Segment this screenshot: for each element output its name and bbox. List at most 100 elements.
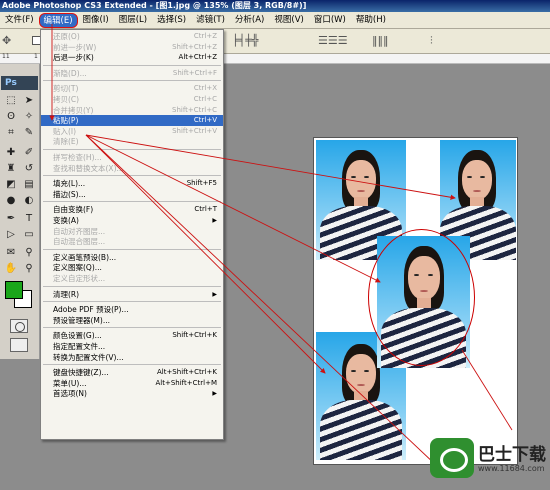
- menu-item[interactable]: 图像(I): [78, 13, 114, 28]
- edit-menu-item[interactable]: 拼写检查(H)...: [41, 152, 223, 163]
- auto-align-icon[interactable]: ⫶: [430, 34, 433, 48]
- edit-menu-item[interactable]: 首选项(N) ▶: [41, 388, 223, 399]
- edit-menu-item[interactable]: 指定配置文件...: [41, 341, 223, 352]
- edit-menu-item[interactable]: 转换为配置文件(V)...: [41, 352, 223, 363]
- menu-separator: [43, 149, 221, 150]
- type-tool-icon[interactable]: T: [21, 212, 37, 226]
- menu-item-label: 定义图案(Q)...: [53, 263, 102, 273]
- shape-tool-icon[interactable]: ▭: [21, 228, 37, 242]
- menu-item-shortcut: Shift+Ctrl+V: [172, 126, 217, 135]
- menu-item[interactable]: 滤镜(T): [191, 13, 230, 28]
- edit-menu-item[interactable]: 后退一步(K) Alt+Ctrl+Z: [41, 52, 223, 63]
- menu-item[interactable]: 帮助(H): [351, 13, 391, 28]
- blur-tool-icon[interactable]: ●: [3, 194, 19, 208]
- dodge-tool-icon[interactable]: ◐: [21, 194, 37, 208]
- ruler-label: 1: [34, 53, 38, 60]
- menu-item-label: 渐隐(D)...: [53, 68, 87, 78]
- slice-tool-icon[interactable]: ✎: [21, 126, 37, 140]
- edit-menu-item[interactable]: 预设管理器(M)...: [41, 315, 223, 326]
- menu-item-label: 合并拷贝(Y): [53, 105, 94, 115]
- menu-item-label: 清理(R): [53, 289, 80, 299]
- path-selection-icon[interactable]: ▷: [3, 228, 19, 242]
- menu-item-label: 自由变换(F): [53, 205, 94, 215]
- edit-menu-item[interactable]: 查找和替换文本(X)...: [41, 163, 223, 174]
- pen-tool-icon[interactable]: ✒: [3, 212, 19, 226]
- menu-separator: [43, 285, 221, 287]
- zoom-tool-icon[interactable]: ⚲: [21, 262, 37, 276]
- watermark-logo-icon: [430, 438, 474, 478]
- edit-menu-item[interactable]: 合并拷贝(Y) Shift+Ctrl+C: [41, 105, 223, 116]
- watermark-url: www.11684.com: [478, 464, 545, 473]
- menu-separator: [43, 248, 221, 250]
- elliptical-selection[interactable]: [368, 229, 475, 366]
- foreground-color-swatch[interactable]: [5, 281, 23, 299]
- edit-menu-item[interactable]: 前进一步(W) Shift+Ctrl+Z: [41, 42, 223, 53]
- clone-stamp-icon[interactable]: ♜: [3, 162, 19, 176]
- eraser-tool-icon[interactable]: ◩: [3, 178, 19, 192]
- edit-menu-item[interactable]: 定义图案(Q)...: [41, 262, 223, 273]
- menu-separator: [43, 301, 221, 303]
- gradient-tool-icon[interactable]: ▤: [21, 178, 37, 192]
- menu-item-shortcut: Shift+Ctrl+Z: [172, 42, 217, 51]
- edit-menu-item[interactable]: 贴入(I) Shift+Ctrl+V: [41, 126, 223, 137]
- healing-brush-icon[interactable]: ✚: [3, 146, 19, 160]
- edit-menu-item[interactable]: 清理(R) ▶: [41, 289, 223, 300]
- menu-item[interactable]: 分析(A): [230, 13, 269, 28]
- edit-menu-item[interactable]: 还原(O) Ctrl+Z: [41, 31, 223, 42]
- notes-tool-icon[interactable]: ✉: [3, 246, 19, 260]
- menu-item-label: 变换(A): [53, 216, 79, 225]
- menu-item-label: 描边(S)...: [53, 189, 86, 199]
- hand-tool-icon[interactable]: ✋: [3, 262, 19, 276]
- menu-item[interactable]: 编辑(E): [38, 12, 78, 28]
- tool-palette: Ps ⬚ ➤ ʘ ✧ ⌗ ✎ ✚ ✐ ♜ ↺ ◩ ▤ ● ◐ ✒ T ▷ ▭ ✉…: [0, 64, 40, 359]
- magic-wand-tool-icon[interactable]: ✧: [21, 110, 37, 124]
- marquee-tool-icon[interactable]: ⬚: [3, 94, 19, 108]
- edit-menu-item[interactable]: 定义画笔预设(B)...: [41, 252, 223, 263]
- menu-item[interactable]: 文件(F): [0, 13, 39, 28]
- menu-item[interactable]: 窗口(W): [309, 13, 351, 28]
- menu-item-label: 颜色设置(G)...: [53, 331, 102, 341]
- crop-tool-icon[interactable]: ⌗: [3, 126, 19, 140]
- menu-item-label: 首选项(N): [53, 389, 87, 399]
- menu-item[interactable]: 图层(L): [114, 13, 152, 28]
- submenu-arrow-icon: ▶: [212, 290, 217, 298]
- ps-logo: Ps: [1, 76, 38, 90]
- distribute-buttons-icon[interactable]: ☰☰☰: [318, 34, 348, 47]
- edit-menu-item[interactable]: 变换(A) ▶: [41, 215, 223, 226]
- move-tool-icon[interactable]: ✥: [2, 34, 11, 47]
- distribute-horizontal-icon[interactable]: ‖‖‖: [372, 34, 389, 47]
- menu-item-label: Adobe PDF 预设(P)...: [53, 305, 129, 315]
- history-brush-icon[interactable]: ↺: [21, 162, 37, 176]
- menu-item[interactable]: 视图(V): [269, 13, 308, 28]
- edit-menu-item[interactable]: Adobe PDF 预设(P)...: [41, 304, 223, 315]
- edit-menu-item[interactable]: 自动对齐图层...: [41, 226, 223, 237]
- edit-menu-item[interactable]: 自动混合图层...: [41, 236, 223, 247]
- edit-menu-item[interactable]: 剪切(T) Ctrl+X: [41, 83, 223, 94]
- watermark: 巴士下载 www.11684.com: [430, 432, 548, 486]
- menu-item[interactable]: 选择(S): [152, 13, 191, 28]
- edit-menu-item[interactable]: 自由变换(F) Ctrl+T: [41, 204, 223, 215]
- edit-menu-item[interactable]: 填充(L)... Shift+F5: [41, 178, 223, 189]
- edit-menu-item[interactable]: 键盘快捷键(Z)... Alt+Shift+Ctrl+K: [41, 367, 223, 378]
- edit-menu-item[interactable]: 拷贝(C) Ctrl+C: [41, 94, 223, 105]
- align-buttons-icon[interactable]: ╞╡╪╬: [232, 34, 259, 47]
- edit-menu-item[interactable]: 描边(S)...: [41, 189, 223, 200]
- eyedropper-tool-icon[interactable]: ⚲: [21, 246, 37, 260]
- move-tool-icon[interactable]: ➤: [21, 94, 37, 108]
- edit-menu-item[interactable]: 定义自定形状...: [41, 273, 223, 284]
- edit-menu-item[interactable]: 清除(E): [41, 136, 223, 147]
- menu-item-shortcut: Shift+Ctrl+K: [172, 331, 217, 340]
- edit-menu-item[interactable]: 渐隐(D)... Shift+Ctrl+F: [41, 68, 223, 79]
- edit-menu-item[interactable]: 菜单(U)... Alt+Shift+Ctrl+M: [41, 378, 223, 389]
- menu-separator: [43, 327, 221, 329]
- edit-menu-item[interactable]: 粘贴(P) Ctrl+V: [41, 115, 223, 127]
- lasso-tool-icon[interactable]: ʘ: [3, 110, 19, 124]
- quick-mask-button[interactable]: [10, 319, 28, 333]
- window-title: Adobe Photoshop CS3 Extended - [图1.jpg @…: [0, 0, 550, 12]
- submenu-arrow-icon: ▶: [212, 390, 217, 398]
- edit-menu-item[interactable]: 颜色设置(G)... Shift+Ctrl+K: [41, 330, 223, 341]
- brush-tool-icon[interactable]: ✐: [21, 146, 37, 160]
- menu-item-label: 填充(L)...: [53, 179, 86, 189]
- screen-mode-button[interactable]: [10, 338, 28, 352]
- menu-item-label: 自动混合图层...: [53, 237, 106, 247]
